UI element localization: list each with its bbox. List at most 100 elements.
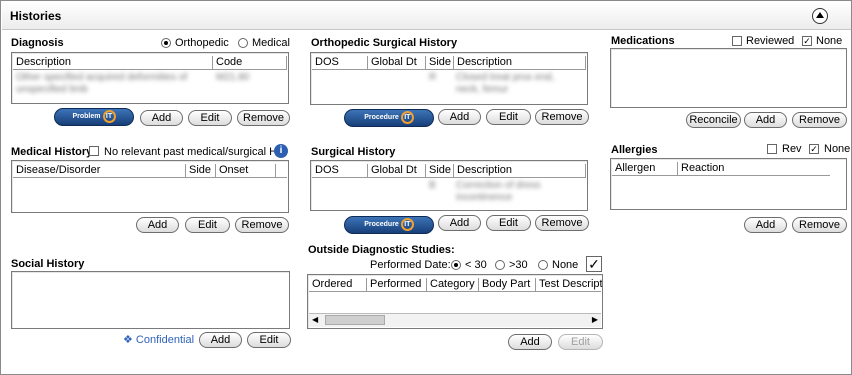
diagnosis-row-description[interactable]: Other specified acquired deformities of …: [16, 72, 206, 96]
allergies-none-checkbox[interactable]: ✓: [809, 144, 819, 154]
medical-edit-button[interactable]: Edit: [185, 217, 230, 233]
surgical-row-description[interactable]: Correction of dress incontinence: [456, 180, 576, 204]
col-disease: Disease/Disorder: [13, 164, 186, 178]
medications-title: Medications: [611, 35, 675, 47]
it-icon: IT: [400, 110, 414, 124]
none-radio[interactable]: [538, 260, 548, 270]
procedure-label: Procedure: [364, 221, 399, 228]
ortho-row-description[interactable]: Closed treat prox end, neck, femur: [456, 72, 576, 96]
col-ordered: Ordered: [309, 278, 367, 292]
diagnosis-remove-button[interactable]: Remove: [237, 110, 290, 126]
studies-check-button[interactable]: ✓: [586, 256, 602, 272]
diagnosis-edit-button[interactable]: Edit: [188, 110, 232, 126]
surgical-history-header: DOS Global Dt Side Description: [312, 162, 586, 178]
diagnosis-add-button[interactable]: Add: [140, 110, 183, 126]
diagnosis-table-header: Description Code: [13, 54, 287, 70]
confidential-link[interactable]: ❖ Confidential: [123, 333, 194, 346]
allergies-add-button[interactable]: Add: [744, 217, 787, 233]
none-label: None: [552, 259, 579, 271]
reconcile-button[interactable]: Reconcile: [686, 112, 741, 128]
gt30-radio[interactable]: [495, 260, 505, 270]
medications-none-label: None: [816, 35, 843, 47]
col-global-dt: Global Dt: [368, 164, 426, 178]
medical-history-header: Disease/Disorder Side Onset: [13, 162, 287, 178]
ortho-surgical-table: DOS Global Dt Side Description R Closed …: [310, 52, 588, 105]
allergies-table: Allergen Reaction: [610, 158, 847, 210]
ortho-remove-button[interactable]: Remove: [535, 109, 589, 125]
orthopedic-label: Orthopedic: [175, 37, 229, 49]
allergies-header: Allergen Reaction: [612, 160, 830, 176]
medical-history-table: Disease/Disorder Side Onset: [11, 160, 289, 213]
social-history-box[interactable]: [11, 271, 290, 329]
col-dos: DOS: [312, 56, 368, 70]
col-description: Description: [454, 56, 586, 70]
histories-panel: Histories Diagnosis Orthopedic Medical D…: [0, 0, 852, 375]
surgical-procedure-it-button[interactable]: Procedure IT: [344, 216, 434, 234]
col-onset: Onset: [216, 164, 276, 178]
allergies-none-label: None: [824, 143, 851, 155]
surgical-history-table: DOS Global Dt Side Description B Correct…: [310, 160, 588, 211]
problem-it-label: Problem: [72, 113, 101, 120]
diagnosis-table: Description Code Other specified acquire…: [11, 52, 289, 104]
medical-radio[interactable]: [238, 38, 248, 48]
ortho-procedure-it-button[interactable]: Procedure IT: [344, 109, 434, 127]
gt30-label: >30: [509, 259, 528, 271]
col-test-description: Test Description: [539, 278, 603, 290]
surgical-row-side[interactable]: B: [429, 180, 436, 191]
scroll-right-icon[interactable]: ▶: [592, 315, 598, 324]
performed-date-label: Performed Date:: [370, 259, 451, 271]
ortho-add-button[interactable]: Add: [438, 109, 481, 125]
diagnosis-title: Diagnosis: [11, 37, 64, 49]
surgical-edit-button[interactable]: Edit: [486, 215, 531, 231]
ortho-surgical-header: DOS Global Dt Side Description: [312, 54, 586, 70]
ortho-row-side[interactable]: R: [429, 72, 436, 83]
it-icon: IT: [400, 217, 414, 231]
medications-none-checkbox[interactable]: ✓: [802, 36, 812, 46]
orthopedic-radio[interactable]: [161, 38, 171, 48]
social-edit-button[interactable]: Edit: [247, 332, 291, 348]
reviewed-label: Reviewed: [746, 35, 795, 47]
horizontal-scrollbar[interactable]: ◀ ▶: [309, 313, 601, 327]
studies-add-button[interactable]: Add: [508, 334, 552, 350]
medical-remove-button[interactable]: Remove: [235, 217, 289, 233]
col-body-part: Body Part: [479, 278, 536, 292]
col-description: Description: [13, 56, 213, 70]
medical-add-button[interactable]: Add: [136, 217, 179, 233]
medications-add-button[interactable]: Add: [744, 112, 787, 128]
scroll-thumb[interactable]: [325, 315, 385, 325]
col-allergen: Allergen: [612, 162, 678, 176]
outside-studies-header: Ordered Performed Category Body Part Tes…: [309, 276, 603, 292]
ortho-edit-button[interactable]: Edit: [486, 109, 531, 125]
surgical-history-title: Surgical History: [311, 146, 396, 158]
studies-edit-button[interactable]: Edit: [558, 334, 603, 350]
panel-title: Histories: [10, 9, 62, 23]
medical-history-title: Medical History: [11, 146, 93, 158]
diagnosis-row-code[interactable]: M21.80: [216, 72, 249, 83]
problem-it-button[interactable]: Problem IT: [54, 108, 134, 126]
outside-studies-table: Ordered Performed Category Body Part Tes…: [307, 274, 603, 329]
lt30-radio[interactable]: [451, 260, 461, 270]
col-side: Side: [426, 56, 454, 70]
scroll-left-icon[interactable]: ◀: [312, 315, 318, 324]
col-code: Code: [213, 56, 287, 70]
ortho-surgical-title: Orthopedic Surgical History: [311, 37, 458, 49]
reviewed-checkbox[interactable]: [732, 36, 742, 46]
col-side: Side: [426, 164, 454, 178]
medications-remove-button[interactable]: Remove: [792, 112, 847, 128]
collapse-icon[interactable]: [812, 8, 828, 24]
rev-checkbox[interactable]: [767, 144, 777, 154]
outside-studies-title: Outside Diagnostic Studies:: [308, 244, 455, 256]
col-reaction: Reaction: [681, 162, 725, 174]
no-relevant-checkbox[interactable]: [89, 146, 99, 156]
col-side: Side: [186, 164, 216, 178]
rev-label: Rev: [782, 143, 802, 155]
social-add-button[interactable]: Add: [199, 332, 242, 348]
info-icon[interactable]: i: [274, 144, 288, 158]
surgical-add-button[interactable]: Add: [438, 215, 481, 231]
col-category: Category: [427, 278, 479, 292]
col-description: Description: [454, 164, 586, 178]
medications-list[interactable]: [610, 48, 847, 108]
allergies-remove-button[interactable]: Remove: [792, 217, 847, 233]
surgical-remove-button[interactable]: Remove: [535, 215, 589, 231]
it-icon: IT: [102, 109, 116, 123]
